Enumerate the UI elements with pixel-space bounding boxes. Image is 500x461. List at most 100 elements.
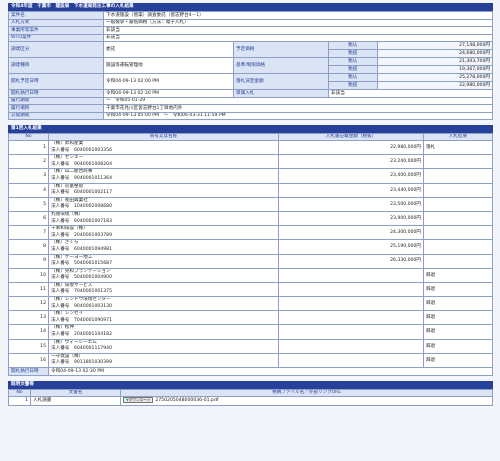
manager: 非該当	[103, 26, 493, 35]
bid-amount: 26,330,000円	[278, 253, 424, 269]
corp-number: 9040001003130	[74, 303, 112, 309]
bid-no: 7	[8, 225, 49, 241]
bid-no: 4	[8, 182, 49, 198]
corp-number: 6040001002117	[74, 190, 112, 196]
manager-label: 事業所等案件	[8, 26, 104, 35]
col-name: 商号又は名称	[48, 133, 279, 141]
bid-no: 14	[8, 324, 49, 340]
col-amount: 入札書記載金額（税抜）	[278, 133, 424, 141]
bidder-name: （株）昇和産業	[51, 141, 84, 146]
bid-amount: 23,440,000円	[278, 182, 424, 198]
docs-table: No 文書名 格納ファイル名／外部リンクURL 1 入札調書 ▼ダウンロード 2…	[8, 388, 493, 406]
table-row: 12 （株）シンドウ環境センター 法人番号 9040001003130 辞退	[8, 296, 493, 312]
bid-result: 落札	[423, 139, 493, 156]
bid-no: 3	[8, 168, 49, 184]
corp-number: 7040001090971	[74, 317, 112, 323]
table-row: 9 （株）ケーヨー地工 法人番号 5040001015687 26,330,000円	[8, 253, 493, 269]
bidder-cell: 丸徳環境（株） 法人番号 6040001007183	[48, 210, 279, 227]
corp-number-label: 法人番号	[51, 161, 70, 167]
corp-number-label: 法人番号	[51, 232, 70, 238]
bidder-cell: （株）長田興業社 法人番号 1040002008680	[48, 196, 279, 212]
place-label: 履行場所	[8, 104, 104, 113]
bid-result: 辞退	[423, 310, 493, 326]
bidder-name: （株）山二総合商事	[51, 169, 93, 175]
case-name-label: 案件名	[8, 11, 104, 20]
corp-number-label: 法人番号	[51, 289, 70, 295]
docs-title: 既明文書等	[8, 380, 493, 389]
tax-in-label: 税込	[329, 74, 378, 82]
doc-name: 入札調書	[30, 395, 121, 406]
case-name: 下水道施設（管渠）調査委託（習志野台4－1）	[103, 11, 493, 20]
corp-number-label: 法人番号	[51, 346, 70, 352]
bidder-name: （株）センエー	[51, 155, 84, 161]
corp-number: 2040001104182	[74, 332, 112, 338]
corp-number-label: 法人番号	[51, 261, 70, 267]
bidder-cell: （株）シンドウ環境センター 法人番号 9040001003130	[48, 296, 279, 312]
corp-number-label: 法人番号	[51, 332, 70, 338]
corp-number: 5040001004900	[74, 275, 112, 281]
bid-amount: 25,190,000円	[278, 239, 424, 255]
bid-no: 11	[8, 281, 49, 298]
corp-number-label: 法人番号	[51, 360, 70, 366]
bidder-cell: （株）シンセイ 法人番号 7040001090971	[48, 310, 279, 326]
corp-number: 5040001015687	[74, 261, 112, 267]
docs-col-file: 格納ファイル名／外部リンクURL	[120, 388, 493, 397]
base-in: 21,303,700円	[377, 58, 492, 66]
col-no: No	[8, 133, 49, 141]
planned-price: 税込 27,148,000円 税抜 24,680,000円	[328, 41, 493, 58]
bid-amount: 23,500,000円	[278, 196, 424, 212]
bid-amount	[278, 324, 424, 340]
wto-label: WTO案件	[8, 33, 104, 42]
doc-no: 1	[8, 395, 31, 406]
corp-number: 9040001011364	[74, 175, 112, 181]
bidder-cell: （株）ケーヨー地工 法人番号 5040001015687	[48, 253, 279, 269]
bid-amount	[278, 296, 424, 312]
bid-result	[423, 196, 493, 212]
bid-no: 9	[8, 253, 49, 269]
bid-amount	[278, 281, 424, 298]
tax-ex-label: 税抜	[329, 49, 378, 57]
bid-amount: 23,240,000円	[278, 154, 424, 170]
bid-result: 辞退	[423, 352, 493, 369]
base-price: 税込 21,303,700円 税抜 19,367,000円	[328, 57, 493, 74]
bid-result: 辞退	[423, 324, 493, 340]
table-row: 7 千幸和環設（株） 法人番号 2040001003789 24,300,000円	[8, 225, 493, 241]
tax-in-label: 税込	[329, 42, 378, 50]
doc-file-link[interactable]: 2750205048000036-01.pdf	[155, 398, 218, 403]
table-row: 2 （株）センエー 法人番号 9040001008204 23,240,000円	[8, 154, 493, 170]
bid-amount	[278, 338, 424, 354]
bid-no: 10	[8, 267, 49, 283]
min-price: 税込 25,278,000円 税抜 22,980,000円	[328, 73, 493, 90]
table-row: 10 （株）晃和プランテーション 法人番号 5040001004900 辞退	[8, 267, 493, 283]
bid-result	[423, 225, 493, 241]
bid-amount: 24,300,000円	[278, 225, 424, 241]
corp-number-label: 法人番号	[51, 275, 70, 281]
bid-result: 辞退	[423, 267, 493, 283]
bidder-cell: （株）ヴィーシーエム 法人番号 6040001117940	[48, 338, 279, 354]
unit-label: 単価入札	[233, 89, 329, 98]
docs-col-doc: 文書名	[30, 388, 121, 397]
category-label: 調達区分	[8, 41, 104, 58]
bidder-cell: （株）昇和産業 法人番号 6040001003356	[48, 139, 279, 156]
bid-no: 15	[8, 338, 49, 354]
table-row: 16 一守建設（株） 法人番号 9011801030399 辞退	[8, 352, 493, 369]
corp-number: 9040001008204	[74, 161, 112, 167]
tax-in-label: 税込	[329, 58, 378, 66]
bid-date-label: 開札執行日時	[8, 89, 104, 98]
type-label: 調達種目	[8, 57, 104, 74]
bidder-cell: （株）山二総合商事 法人番号 9040001011364	[48, 168, 279, 184]
method: 一般競争・最低価格（方法：電子入札）	[103, 18, 493, 27]
table-row: 6 丸徳環境（株） 法人番号 6040001007183 23,900,000円	[8, 210, 493, 227]
planned-in: 27,148,000円	[377, 42, 492, 50]
corp-number: 6040001117940	[74, 346, 112, 352]
corp-number-label: 法人番号	[51, 147, 70, 153]
page-title: 令和4年度 千葉市 建設局 下水道局発注工事の入札結果	[8, 3, 493, 11]
bid-result	[423, 154, 493, 170]
open-date: 令和04-09-13 02:00 PM	[103, 73, 234, 90]
bid-result	[423, 182, 493, 198]
bid-amount	[278, 267, 424, 283]
doc-file-cell: ▼ダウンロード 2750205048000036-01.pdf	[120, 395, 493, 406]
download-button[interactable]: ▼ダウンロード	[123, 397, 154, 404]
bid-no: 2	[8, 154, 49, 170]
table-row: 4 （株）京葉整管 法人番号 6040001002117 23,440,000円	[8, 182, 493, 198]
